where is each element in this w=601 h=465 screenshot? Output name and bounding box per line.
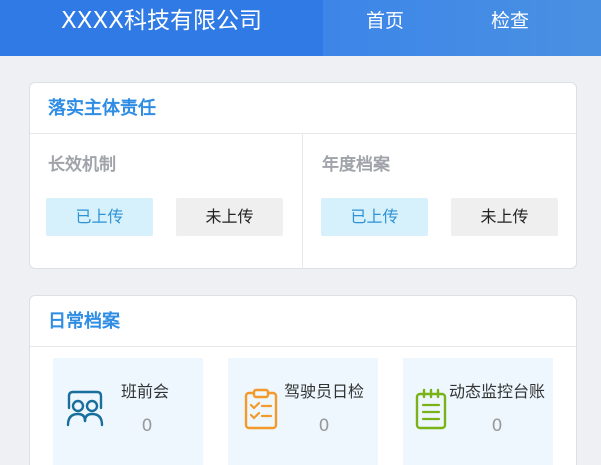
- responsibility-title: 落实主体责任: [30, 83, 576, 134]
- section-title: 年度档案: [322, 155, 390, 175]
- tile-count: 0: [491, 416, 503, 436]
- uploaded-button[interactable]: 已上传: [321, 198, 428, 236]
- nav-check[interactable]: 检查: [470, 0, 550, 42]
- tile-count: 0: [318, 416, 330, 436]
- meeting-people-icon: [66, 390, 104, 427]
- ledger-notebook-icon: [415, 388, 447, 430]
- clipboard-checklist-icon: [244, 388, 278, 430]
- tile-pre-shift-meeting[interactable]: 班前会 0: [53, 358, 203, 465]
- tile-label: 班前会: [121, 382, 170, 401]
- nav-home[interactable]: 首页: [345, 0, 425, 42]
- tile-count: 0: [141, 416, 153, 436]
- responsibility-card: 落实主体责任 长效机制 已上传 未上传 年度档案 已上传 未上传: [29, 82, 577, 269]
- company-name: XXXX科技有限公司: [0, 0, 323, 56]
- app-header: XXXX科技有限公司 首页 检查: [0, 0, 601, 56]
- uploaded-button[interactable]: 已上传: [46, 198, 153, 236]
- long-term-mechanism-section: 长效机制 已上传 未上传: [30, 134, 303, 269]
- tile-dynamic-monitoring-ledger[interactable]: 动态监控台账 0: [403, 358, 553, 465]
- tile-driver-daily-check[interactable]: 驾驶员日检 0: [228, 358, 378, 465]
- section-title: 长效机制: [48, 155, 116, 175]
- not-uploaded-button[interactable]: 未上传: [176, 198, 283, 236]
- annual-archive-section: 年度档案 已上传 未上传: [304, 134, 577, 269]
- tile-label: 动态监控台账: [449, 382, 546, 401]
- daily-archive-card: 日常档案 班前会 0 驾驶员日检 0 动态监控台账 0: [29, 295, 577, 465]
- tile-label: 驾驶员日检: [284, 382, 365, 401]
- not-uploaded-button[interactable]: 未上传: [451, 198, 558, 236]
- daily-archive-title: 日常档案: [30, 296, 576, 347]
